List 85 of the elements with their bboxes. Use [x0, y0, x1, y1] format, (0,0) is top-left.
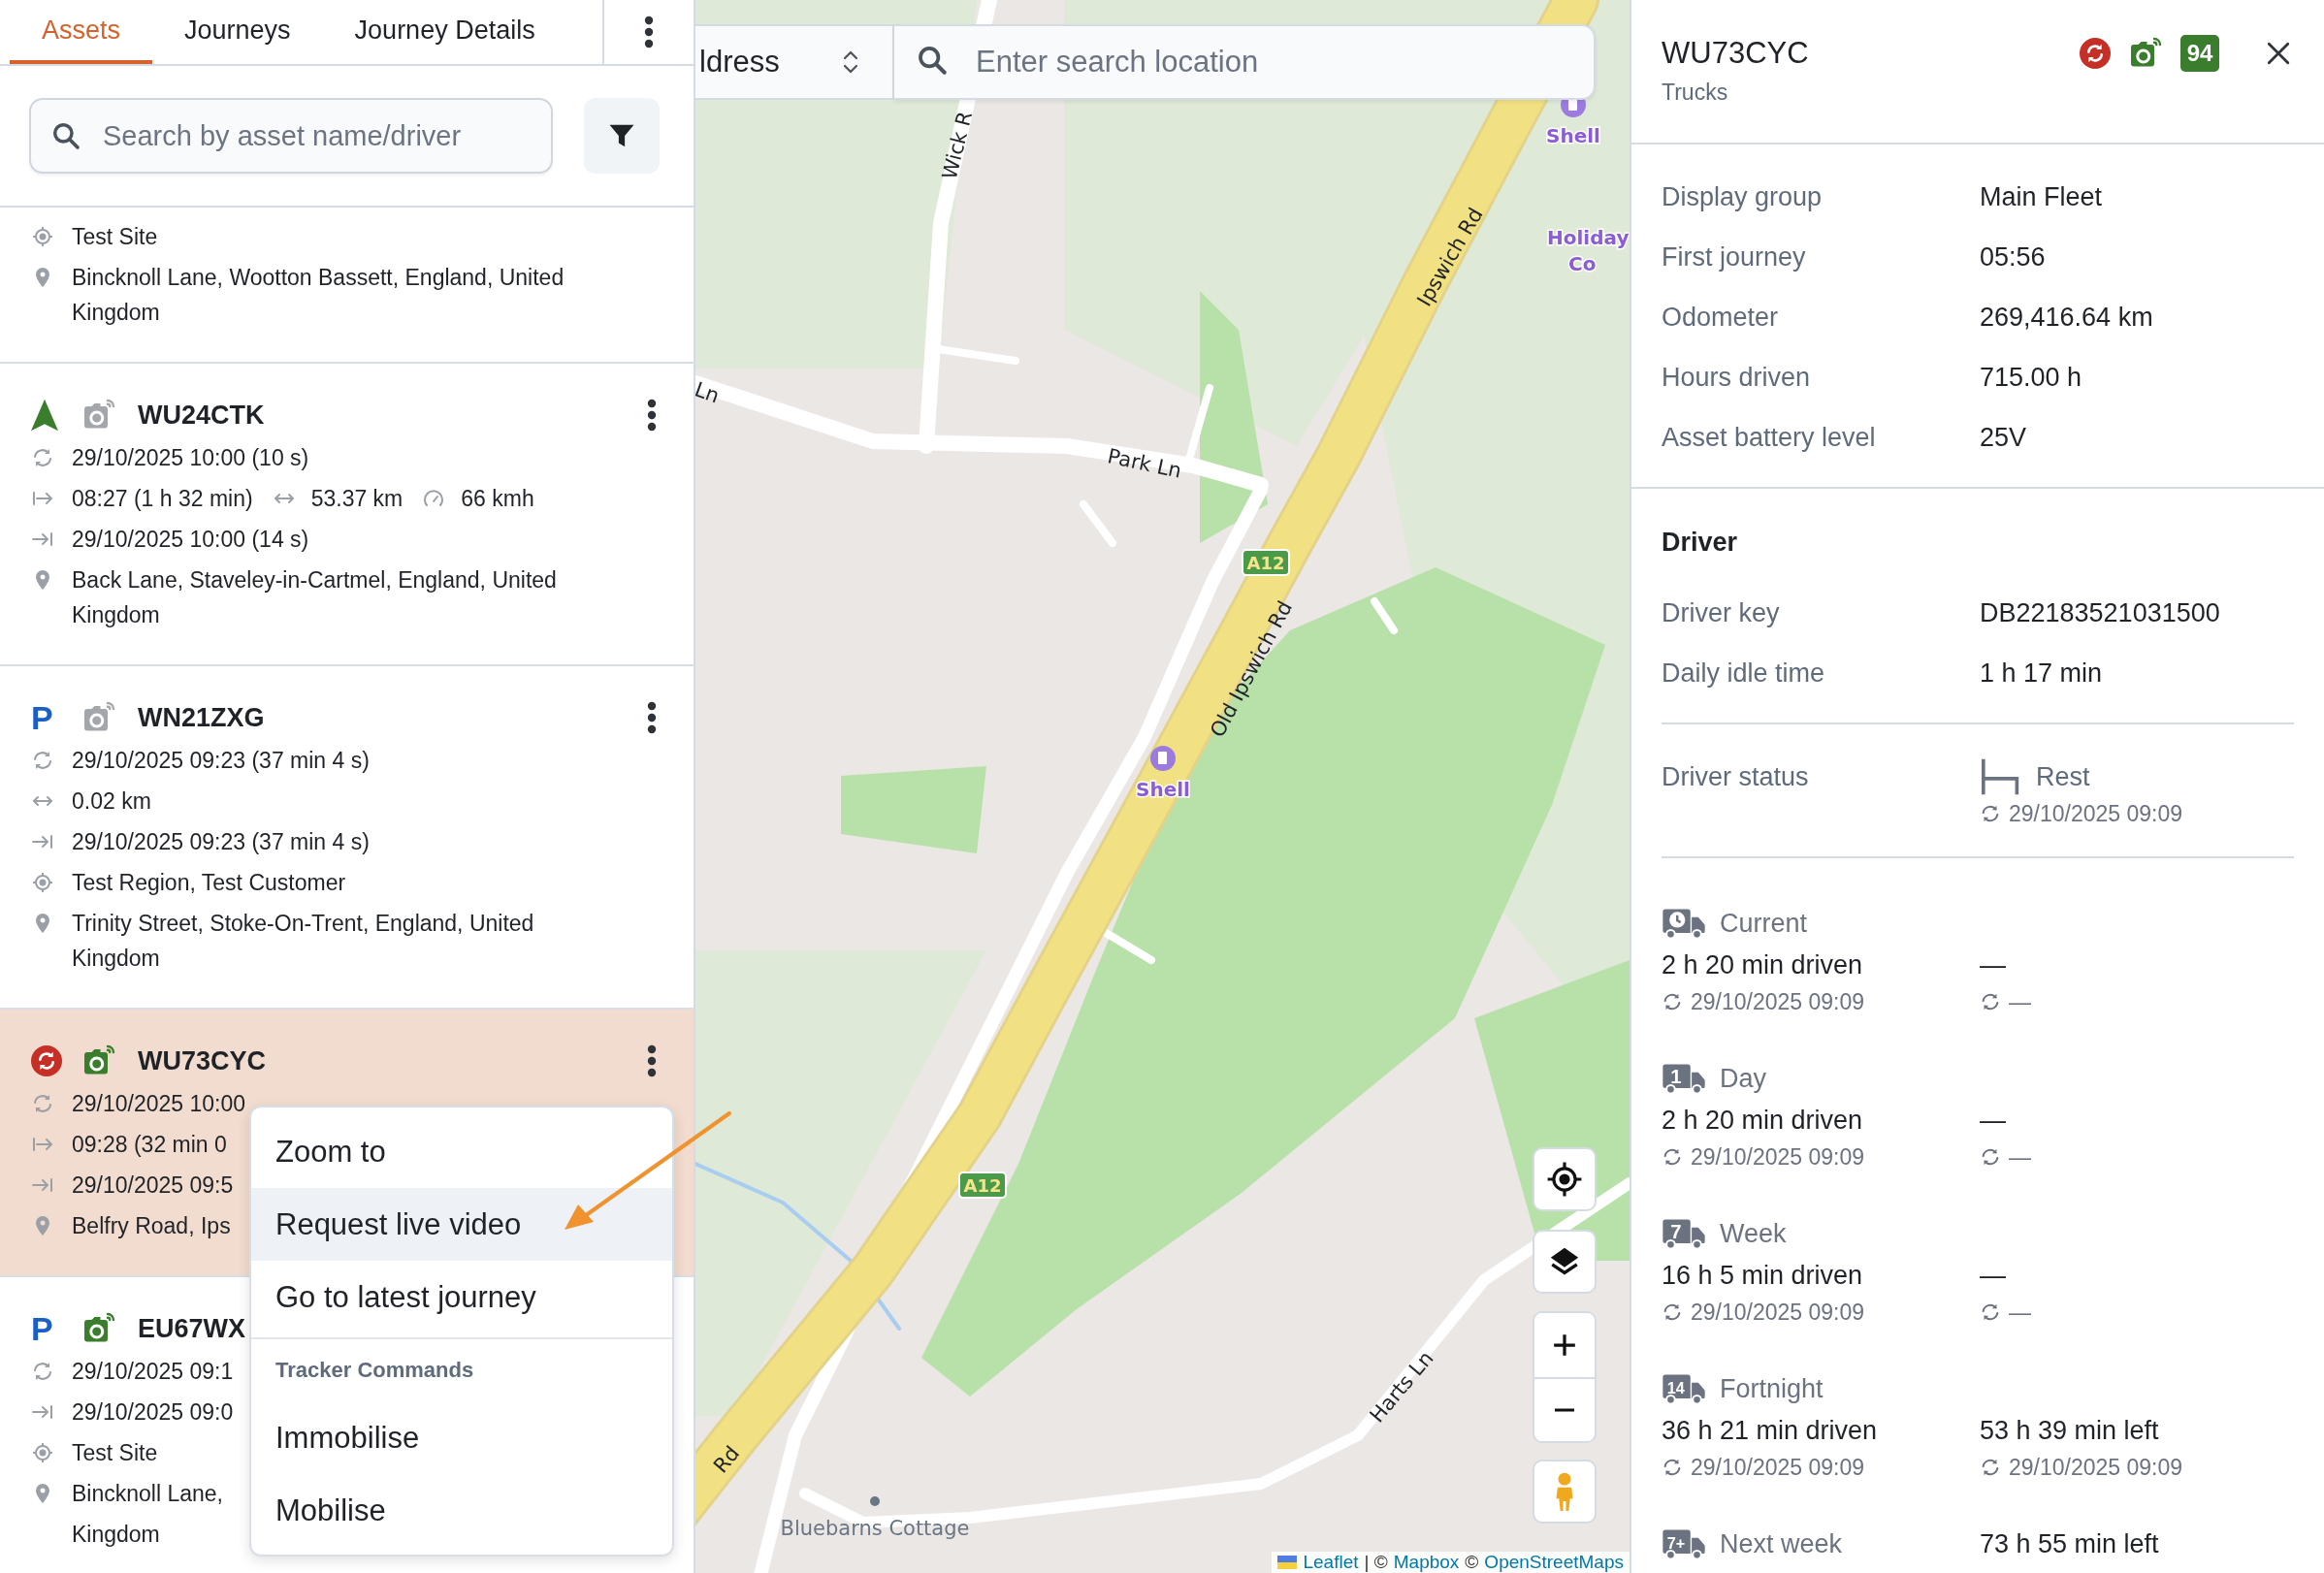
asset-detail-text: 09:28 (32 min 0	[72, 1131, 227, 1159]
time-left: 53 h 39 min left	[1980, 1415, 2160, 1447]
field-label: Daily idle time	[1662, 658, 1826, 690]
asset-detail-text: Bincknoll Lane,	[72, 1480, 223, 1508]
period-label: Next week	[1720, 1528, 1843, 1560]
update-time: —	[2009, 988, 2031, 1016]
driver-status-value: Rest	[2036, 761, 2090, 793]
place-label: Bluebarns Cottage	[780, 1517, 970, 1540]
asset-detail-text: Test Site	[72, 223, 158, 251]
field-label: Hours driven	[1662, 362, 1812, 394]
parking-icon: P	[31, 1312, 53, 1345]
road-label: Wick R	[937, 109, 978, 182]
road-label: Ln	[695, 377, 723, 408]
road-number-badge: A12	[1242, 549, 1290, 576]
asset-detail-text: 29/10/2025 10:00	[72, 1090, 246, 1118]
asset-detail-text: Test Site	[72, 1439, 158, 1467]
time-left: —	[1980, 1105, 2007, 1137]
asset-detail-text: 29/10/2025 09:0	[72, 1398, 234, 1427]
field-label: Asset battery level	[1662, 422, 1877, 454]
period-label: Week	[1720, 1218, 1787, 1250]
time-driven: 36 h 21 min driven	[1662, 1415, 1879, 1447]
parking-icon: P	[31, 701, 53, 734]
time-left: —	[1980, 949, 2007, 981]
field-value: 1 h 17 min	[1980, 658, 2104, 690]
asset-detail-text: 66 kmh	[461, 485, 534, 513]
poi-label: Shell	[1136, 778, 1190, 801]
asset-detail-text: Bincknoll Lane, Wootton Bassett, England, United Kingdom	[72, 264, 565, 327]
section-heading: Driver	[1662, 527, 1739, 559]
road-label: Park Ln	[1105, 444, 1184, 483]
field-label: First journey	[1662, 241, 1807, 273]
update-time: 29/10/2025 09:09	[1691, 988, 1865, 1016]
asset-detail-text: Trinity Street, Stoke-On-Trent, England, United Kingdom	[72, 910, 535, 973]
menu-section-header: Tracker Commands	[251, 1337, 672, 1401]
place-label: Holiday	[1547, 226, 1630, 249]
asset-plate: WU24CTK	[138, 400, 265, 431]
place-label: Co	[1568, 252, 1597, 275]
asset-group: Trucks	[1662, 75, 1809, 110]
asset-plate: WU73CYC	[138, 1045, 267, 1076]
field-value: 25V	[1980, 422, 2028, 454]
asset-detail-text: Belfry Road, Ips	[72, 1212, 231, 1240]
asset-detail-text: Kingdom	[72, 1521, 160, 1549]
period-label: Fortnight	[1720, 1373, 1824, 1405]
update-time: —	[2009, 1143, 2031, 1172]
update-time: 29/10/2025 09:09	[1691, 1454, 1865, 1482]
field-label: Display group	[1662, 181, 1824, 213]
field-value: Main Fleet	[1980, 181, 2104, 213]
time-left: —	[1980, 1260, 2007, 1292]
update-time: 29/10/2025 09:09	[1691, 1299, 1865, 1327]
period-label: Day	[1720, 1063, 1766, 1095]
update-time: 29/10/2025 09:09	[2009, 1454, 2183, 1482]
road-number-badge: A12	[958, 1172, 1007, 1199]
attribution-text: ©	[1465, 1552, 1479, 1573]
time-left: 73 h 55 min left	[1980, 1528, 2160, 1560]
asset-detail-text: 29/10/2025 09:5	[72, 1172, 234, 1200]
attribution-text: | ©	[1364, 1552, 1388, 1573]
time-driven: 2 h 20 min driven	[1662, 949, 1864, 981]
asset-detail-text: 29/10/2025 10:00 (14 s)	[72, 526, 309, 554]
asset-detail-text: 53.37 km	[310, 485, 403, 513]
asset-detail-text: Back Lane, Staveley-in-Cartmel, England, United Kingdom	[72, 566, 558, 629]
period-label: Current	[1720, 908, 1808, 940]
field-value: 269,416.64 km	[1980, 302, 2154, 334]
asset-detail-text: 29/10/2025 09:23 (37 min 4 s)	[72, 747, 370, 775]
asset-detail-text: Test Region, Test Customer	[72, 869, 346, 897]
poi-label: Shell	[1546, 124, 1600, 147]
status-time: 29/10/2025 09:09	[2009, 800, 2183, 828]
time-driven: 16 h 5 min driven	[1662, 1260, 1864, 1292]
update-time: 29/10/2025 09:09	[1691, 1143, 1865, 1172]
asset-detail-text: 29/10/2025 10:00 (10 s)	[72, 444, 309, 472]
asset-detail-text: 29/10/2025 09:1	[72, 1358, 234, 1386]
asset-detail-text: 29/10/2025 09:23 (37 min 4 s)	[72, 828, 370, 856]
asset-detail-text: 0.02 km	[72, 787, 151, 816]
time-driven: 2 h 20 min driven	[1662, 1105, 1864, 1137]
asset-title: WU73CYC	[1662, 35, 1809, 72]
field-value: 05:56	[1980, 241, 2047, 273]
field-label: Odometer	[1662, 302, 1780, 334]
field-value: 715.00 h	[1980, 362, 2083, 394]
update-time: —	[2009, 1299, 2031, 1327]
road-label: Rd	[708, 1441, 745, 1478]
field-label: Driver status	[1662, 761, 1810, 793]
score-badge: 94	[2180, 35, 2219, 72]
asset-detail-text: 08:27 (1 h 32 min)	[72, 485, 253, 513]
field-value: DB22183521031500	[1980, 597, 2221, 629]
asset-plate: EU67WX	[138, 1313, 246, 1344]
asset-plate: WN21ZXG	[138, 702, 265, 733]
field-label: Driver key	[1662, 597, 1781, 629]
